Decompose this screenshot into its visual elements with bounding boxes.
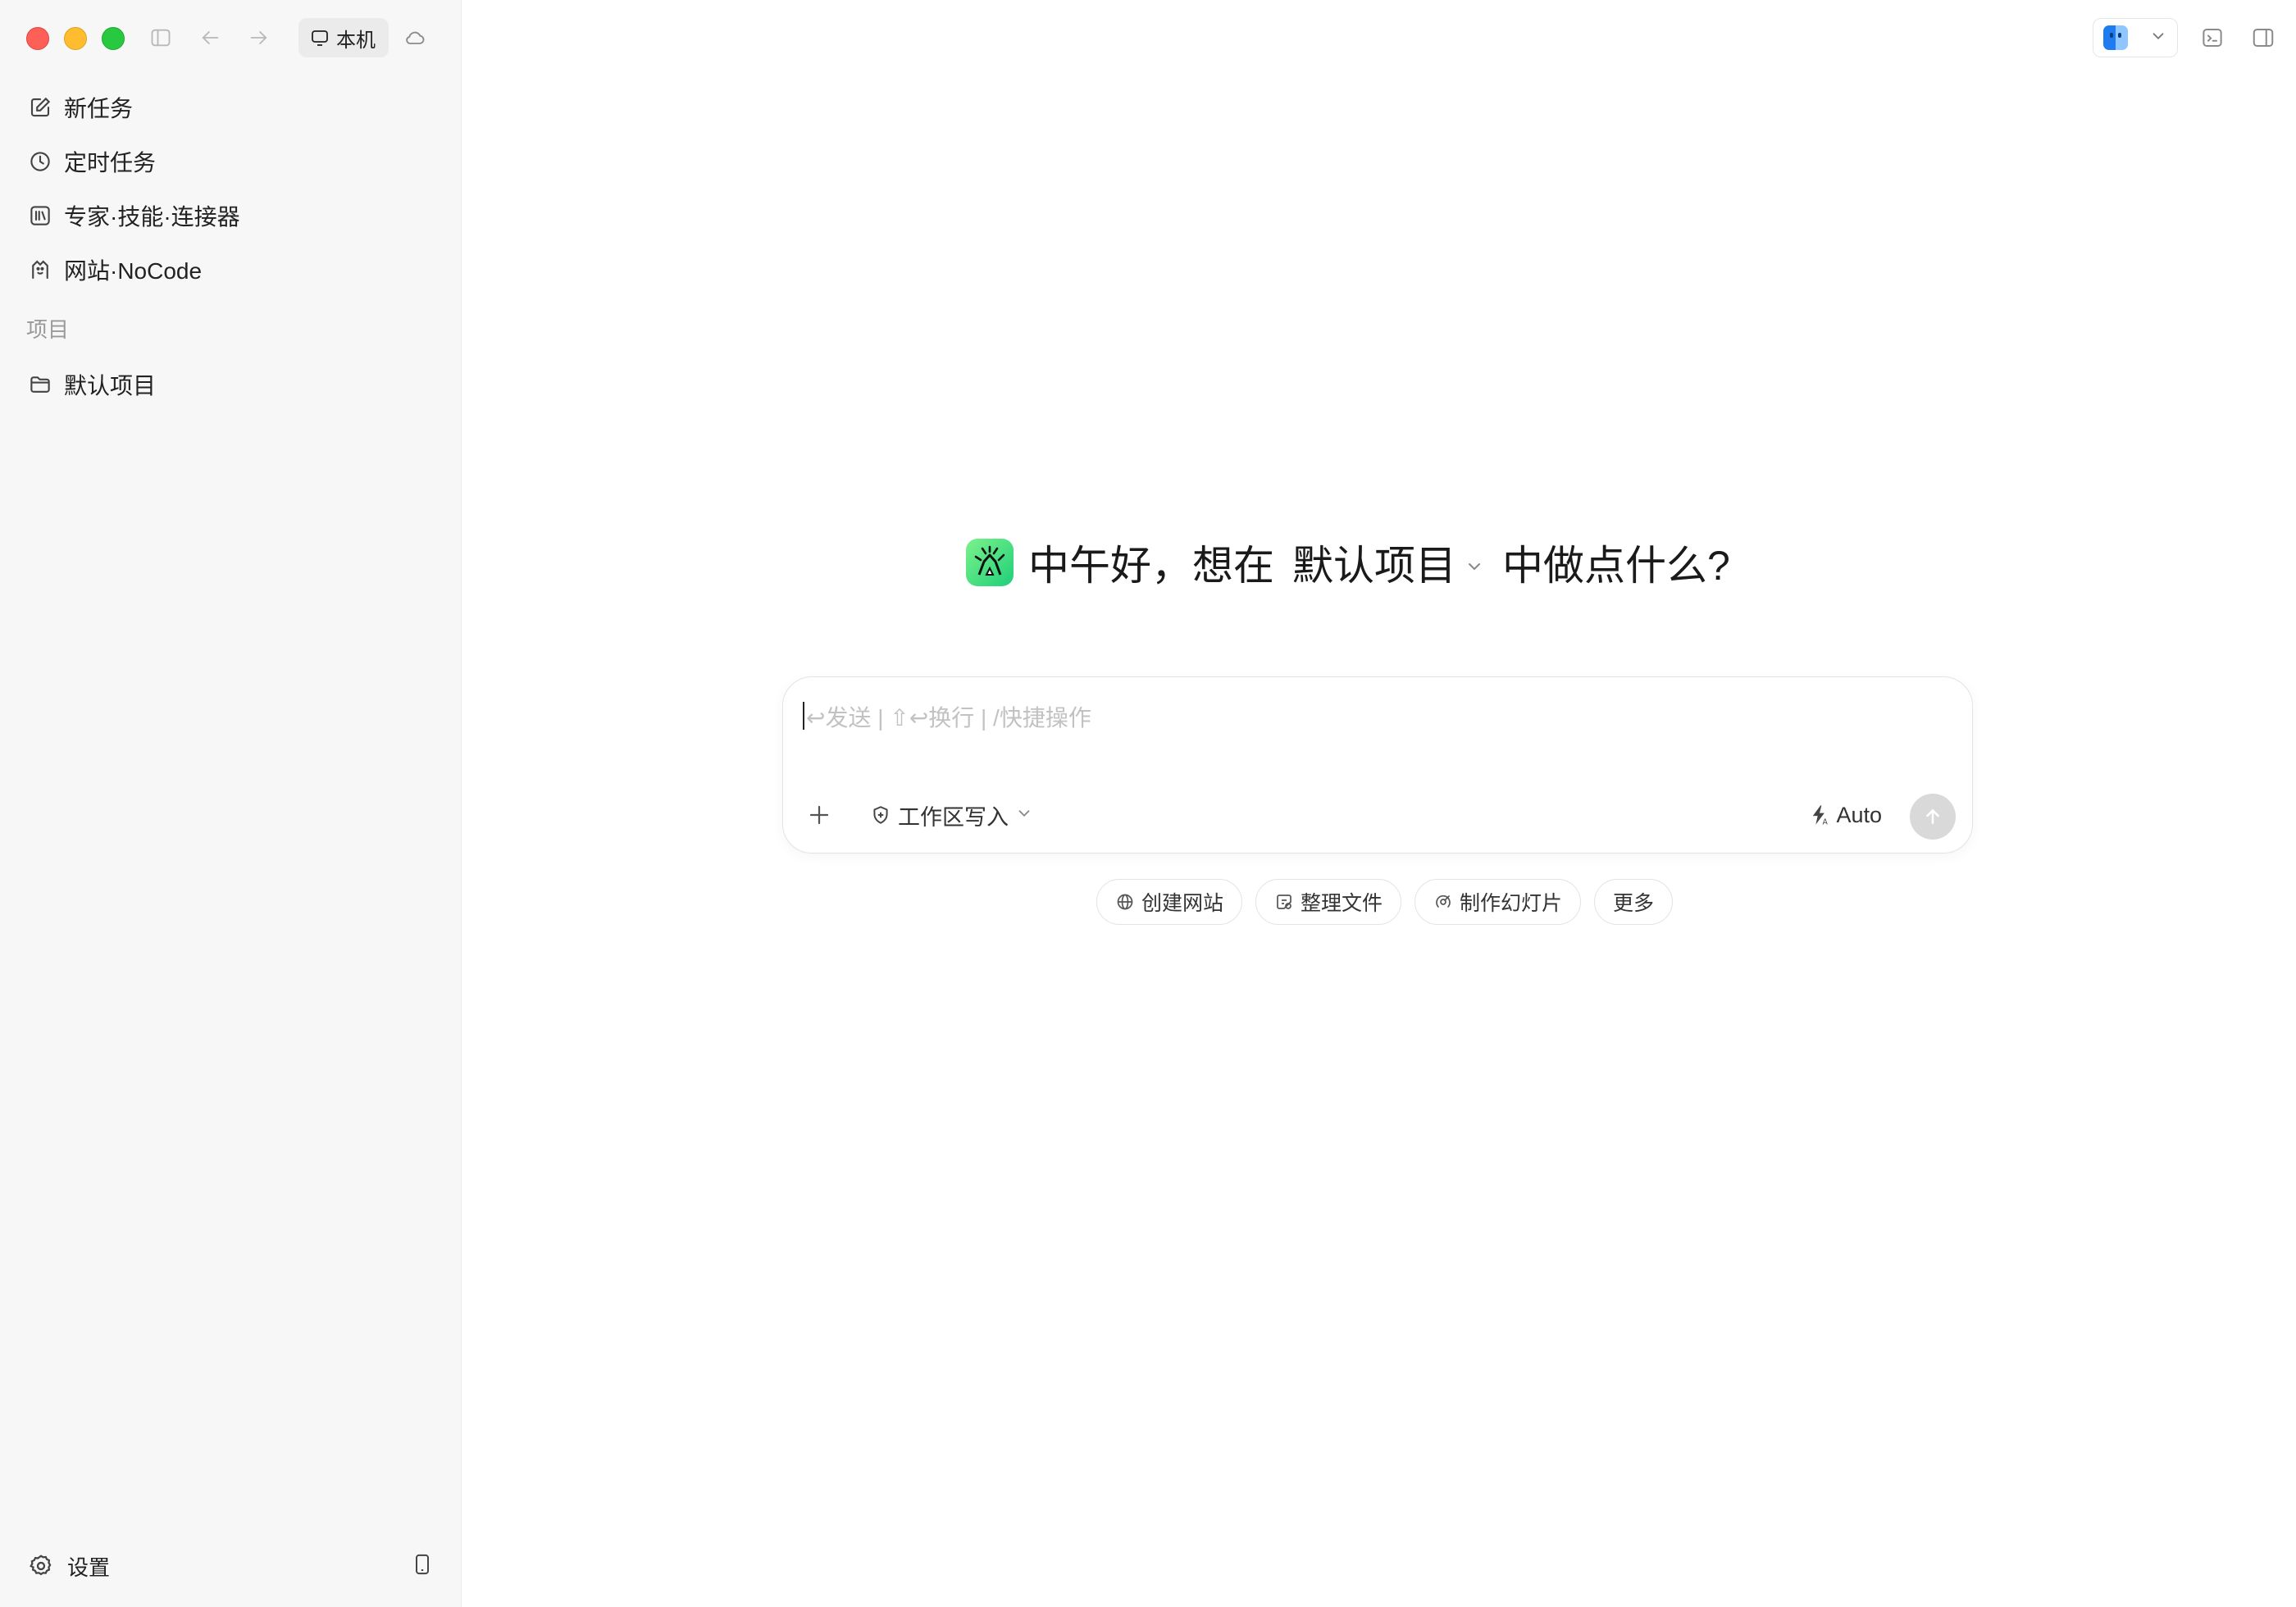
permission-mode-selector[interactable]: 工作区写入 <box>870 799 1033 831</box>
open-in-app-selector[interactable] <box>2093 18 2178 57</box>
more-chip[interactable]: 更多 <box>1594 879 1674 925</box>
greeting-project-selector[interactable]: 默认项目 <box>1292 533 1484 592</box>
send-button[interactable] <box>1910 794 1956 840</box>
toggle-sidebar-icon[interactable] <box>144 21 177 54</box>
sidebar-item-scheduled-tasks[interactable]: 定时任务 <box>20 134 442 189</box>
chip-label: 更多 <box>1613 892 1655 915</box>
minimize-window-button[interactable] <box>64 27 87 50</box>
plus-icon <box>809 805 829 825</box>
mobile-device-icon[interactable] <box>411 1553 434 1580</box>
zoom-window-button[interactable] <box>102 27 125 50</box>
greeting-suffix: 中做点什么? <box>1502 543 1730 589</box>
svg-text:A: A <box>1823 818 1829 826</box>
window-controls <box>26 27 125 50</box>
chip-label: 制作幻灯片 <box>1460 892 1563 915</box>
add-attachment-button[interactable] <box>801 797 837 833</box>
close-window-button[interactable] <box>26 27 49 50</box>
text-caret <box>803 702 804 730</box>
settings-button[interactable]: 设置 <box>28 1551 110 1582</box>
sidebar: 本机 新任务 定时任务 专家·技能·连接器 网站·NoCode 项目 默认项目 … <box>0 0 462 1607</box>
globe-icon <box>1117 894 1133 910</box>
forward-arrow-icon[interactable] <box>243 21 276 54</box>
create-website-chip[interactable]: 创建网站 <box>1096 879 1243 925</box>
sidebar-item-label: 新任务 <box>64 96 134 121</box>
app-window: 本机 新任务 定时任务 专家·技能·连接器 网站·NoCode 项目 默认项目 … <box>0 0 2296 1607</box>
message-composer[interactable]: ↩发送 | ⇧↩换行 | /快捷操作 工作区写入 A Auto <box>782 676 1973 854</box>
quick-actions: 创建网站 整理文件 制作幻灯片 更多 <box>1096 879 1674 925</box>
greeting-heading: 中午好，想在 默认项目 中做点什么? <box>964 535 1730 590</box>
permission-mode-label: 工作区写入 <box>898 804 1009 830</box>
arrow-up-icon <box>1926 808 1939 824</box>
organize-icon <box>1277 895 1292 909</box>
make-slides-chip[interactable]: 制作幻灯片 <box>1414 879 1582 925</box>
folder-icon <box>30 376 50 393</box>
sidebar-footer: 设置 <box>20 1541 442 1591</box>
greeting-project-label: 默认项目 <box>1292 543 1456 589</box>
settings-label: 设置 <box>67 1555 111 1580</box>
shield-icon <box>873 806 888 824</box>
machine-selector[interactable]: 本机 <box>298 18 389 57</box>
model-selector[interactable]: A Auto <box>1808 799 1882 831</box>
top-right-toolbar <box>2093 18 2280 57</box>
monitor-icon <box>312 30 328 46</box>
lightning-icon: A <box>1813 805 1829 826</box>
edit-icon <box>30 97 51 117</box>
cloud-icon[interactable] <box>399 21 431 54</box>
composer-placeholder[interactable]: ↩发送 | ⇧↩换行 | /快捷操作 <box>806 700 1091 733</box>
terminal-icon[interactable] <box>2196 21 2229 54</box>
sidebar-nav: 新任务 定时任务 专家·技能·连接器 网站·NoCode <box>20 80 442 297</box>
chip-label: 整理文件 <box>1301 892 1383 915</box>
project-item-label: 默认项目 <box>64 373 157 398</box>
finder-icon <box>2103 25 2128 50</box>
chip-label: 创建网站 <box>1141 892 1224 915</box>
clock-icon <box>30 152 50 171</box>
library-icon <box>30 206 50 225</box>
chevron-down-icon <box>1465 539 1484 586</box>
projects-section-label: 项目 <box>26 317 70 342</box>
gear-icon <box>30 1555 52 1576</box>
sidebar-item-label: 专家·技能·连接器 <box>64 204 240 230</box>
slides-icon <box>1436 895 1451 908</box>
chevron-down-icon <box>2149 27 2167 49</box>
sidebar-item-website-nocode[interactable]: 网站·NoCode <box>20 243 442 297</box>
back-arrow-icon[interactable] <box>194 21 226 54</box>
greeting-prefix: 中午好，想在 <box>1028 543 1274 589</box>
model-label: Auto <box>1836 802 1882 827</box>
chevron-down-icon <box>1015 803 1033 828</box>
organize-files-chip[interactable]: 整理文件 <box>1255 879 1402 925</box>
toggle-right-panel-icon[interactable] <box>2247 21 2280 54</box>
sidebar-item-label: 网站·NoCode <box>64 258 203 284</box>
sidebar-item-new-task[interactable]: 新任务 <box>20 80 442 134</box>
sidebar-item-label: 定时任务 <box>64 150 157 175</box>
project-item-default[interactable]: 默认项目 <box>20 357 442 412</box>
app-logo-icon <box>966 539 1014 586</box>
sidebar-item-experts-skills[interactable]: 专家·技能·连接器 <box>20 189 442 243</box>
machine-label: 本机 <box>336 29 376 52</box>
website-icon <box>32 260 48 280</box>
